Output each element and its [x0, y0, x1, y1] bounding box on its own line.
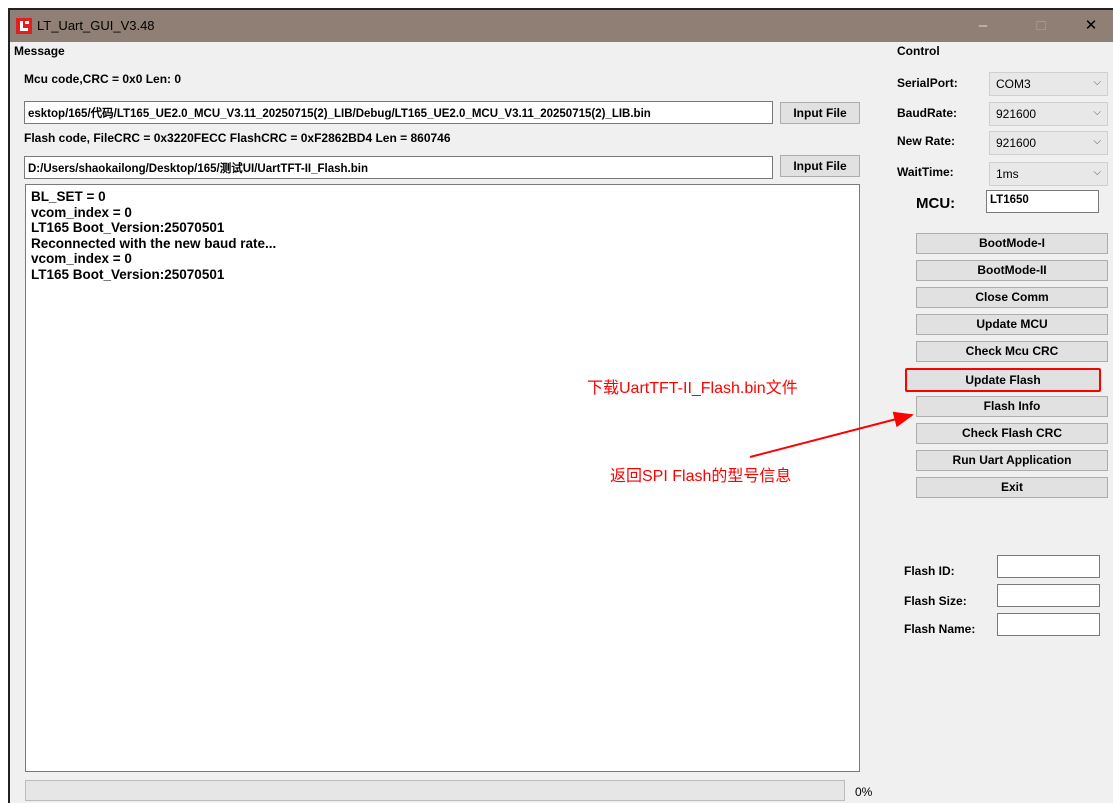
- mcu-value-field[interactable]: LT1650: [986, 190, 1099, 213]
- wait-time-select[interactable]: 1ms ⌵: [989, 162, 1108, 186]
- update-flash-annotation: 下载UartTFT-II_Flash.bin文件: [587, 380, 798, 397]
- chevron-down-icon: ⌵: [1093, 136, 1101, 147]
- control-section-label: Control: [897, 44, 940, 58]
- window-title: LT_Uart_GUI_V3.48: [37, 18, 155, 33]
- flash-size-field[interactable]: [997, 584, 1100, 607]
- flash-name-field[interactable]: [997, 613, 1100, 636]
- title-bar[interactable]: LT_Uart_GUI_V3.48 – □ ✕: [10, 10, 1113, 42]
- chevron-down-icon: ⌵: [1093, 107, 1101, 118]
- minimize-button[interactable]: –: [968, 14, 998, 38]
- baud-rate-value: 921600: [996, 107, 1037, 121]
- log-line: LT165 Boot_Version:25070501: [31, 266, 225, 282]
- run-uart-application-button[interactable]: Run Uart Application: [916, 450, 1108, 471]
- flash-info-text: Flash code, FileCRC = 0x3220FECC FlashCR…: [24, 131, 451, 145]
- log-line: Reconnected with the new baud rate...: [31, 235, 277, 251]
- serial-port-value: COM3: [996, 77, 1031, 91]
- check-flash-crc-button[interactable]: Check Flash CRC: [916, 423, 1108, 444]
- new-rate-select[interactable]: 921600 ⌵: [989, 131, 1108, 155]
- check-mcu-crc-button[interactable]: Check Mcu CRC: [916, 341, 1108, 362]
- annotation-arrow: [749, 411, 914, 458]
- new-rate-value: 921600: [996, 136, 1037, 150]
- log-line: LT165 Boot_Version:25070501: [31, 220, 225, 235]
- mcu-file-path-field[interactable]: esktop/165/代码/LT165_UE2.0_MCU_V3.11_2025…: [24, 101, 773, 124]
- wait-time-label: WaitTime:: [897, 165, 954, 179]
- message-section-label: Message: [14, 44, 65, 58]
- mcu-info-text: Mcu code,CRC = 0x0 Len: 0: [24, 72, 182, 86]
- flash-name-label: Flash Name:: [904, 622, 976, 636]
- exit-button[interactable]: Exit: [916, 477, 1108, 498]
- chevron-down-icon: ⌵: [1093, 167, 1101, 178]
- progress-percent: 0%: [855, 785, 873, 799]
- flash-id-label: Flash ID:: [904, 564, 955, 578]
- baud-rate-select[interactable]: 921600 ⌵: [989, 102, 1108, 126]
- wait-time-value: 1ms: [996, 167, 1019, 181]
- flash-file-path-field[interactable]: D:/Users/shaokailong/Desktop/165/测试UI/Ua…: [24, 156, 773, 179]
- flash-info-button[interactable]: Flash Info: [916, 396, 1108, 417]
- bootmode-i-button[interactable]: BootMode-I: [916, 233, 1108, 254]
- flash-input-file-button[interactable]: Input File: [780, 155, 860, 177]
- maximize-button[interactable]: □: [1026, 14, 1056, 38]
- close-comm-button[interactable]: Close Comm: [916, 287, 1108, 308]
- mcu-input-file-button[interactable]: Input File: [780, 102, 860, 124]
- log-line: vcom_index = 0: [31, 204, 132, 220]
- chevron-down-icon: ⌵: [1093, 77, 1101, 88]
- serial-port-select[interactable]: COM3 ⌵: [989, 72, 1108, 96]
- update-flash-button[interactable]: Update Flash: [905, 368, 1101, 392]
- update-mcu-button[interactable]: Update MCU: [916, 314, 1108, 335]
- bootmode-ii-button[interactable]: BootMode-II: [916, 260, 1108, 281]
- app-icon: [16, 18, 32, 34]
- app-window: LT_Uart_GUI_V3.48 – □ ✕ Message Mcu code…: [8, 8, 1113, 803]
- flash-id-field[interactable]: [997, 555, 1100, 578]
- baud-rate-label: BaudRate:: [897, 106, 958, 120]
- serial-port-label: SerialPort:: [897, 76, 958, 90]
- log-line: BL_SET = 0: [31, 189, 106, 204]
- close-button[interactable]: ✕: [1076, 14, 1106, 38]
- new-rate-label: New Rate:: [897, 134, 956, 148]
- log-line: vcom_index = 0: [31, 251, 132, 266]
- flash-info-annotation: 返回SPI Flash的型号信息: [610, 468, 792, 485]
- progress-bar: [25, 780, 845, 801]
- flash-size-label: Flash Size:: [904, 594, 967, 608]
- mcu-label: MCU:: [916, 195, 956, 212]
